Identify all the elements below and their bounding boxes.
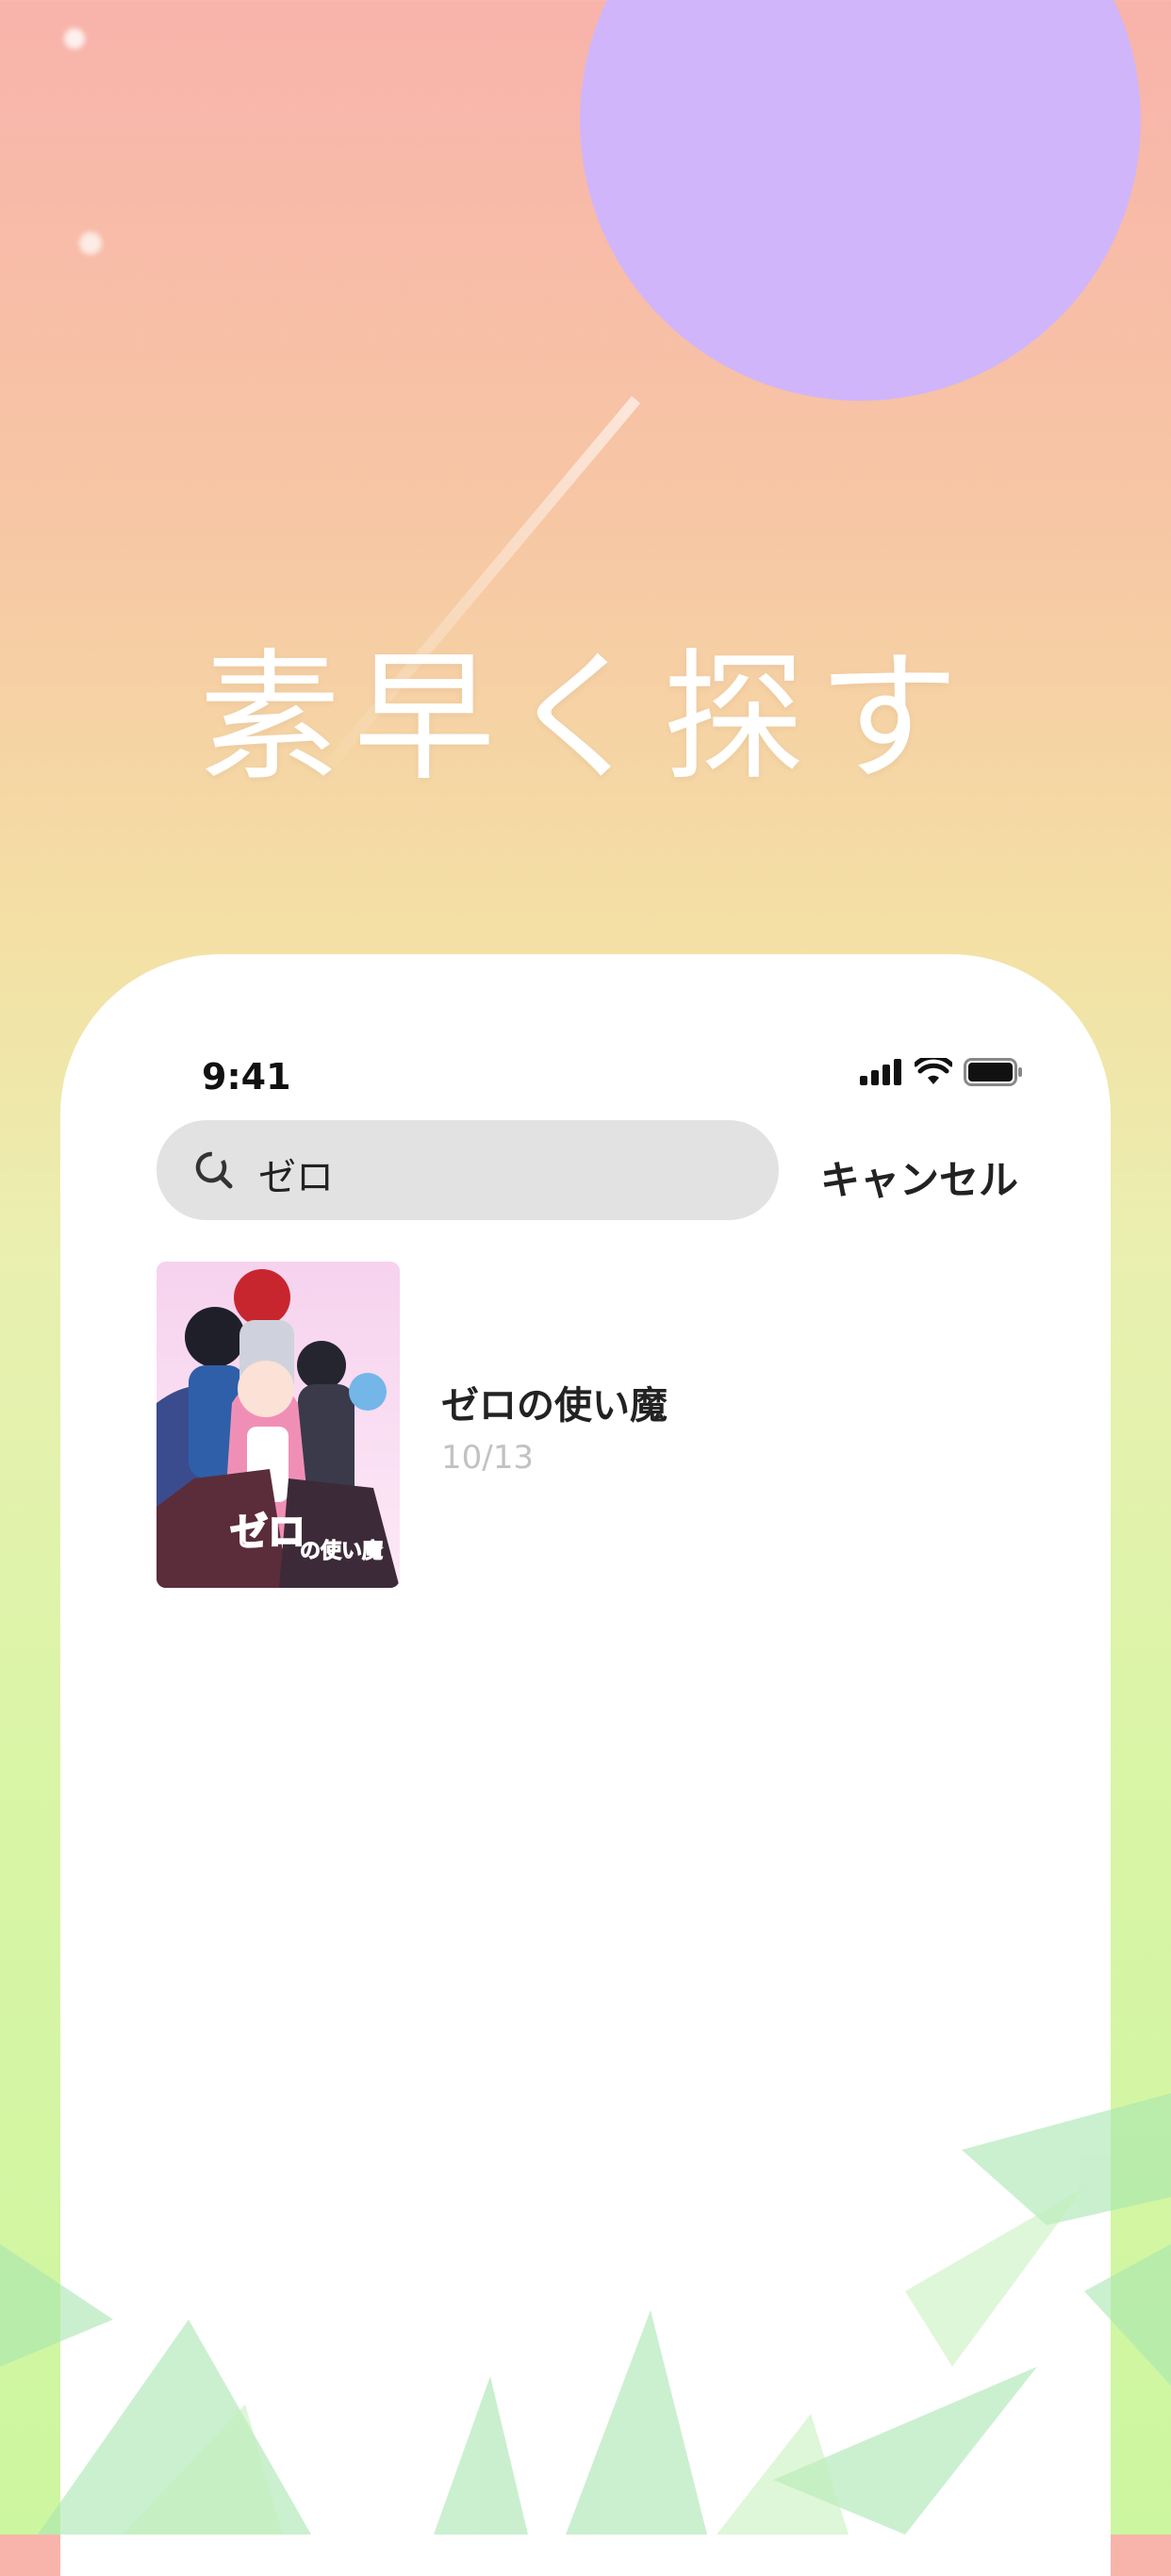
svg-text:の使い魔: の使い魔 <box>300 1539 383 1563</box>
status-bar: 9:41 <box>60 1049 1111 1115</box>
battery-icon <box>964 1058 1022 1086</box>
status-time: 9:41 <box>202 1056 291 1098</box>
promo-headline: 素早く探す <box>198 636 972 801</box>
wifi-icon <box>915 1058 952 1084</box>
signal-icon <box>860 1059 901 1085</box>
decorative-moon <box>580 0 1141 401</box>
decorative-sparkle <box>79 232 102 255</box>
poster-illustration: ゼロ の使い魔 <box>157 1262 400 1588</box>
decorative-leaves <box>0 2093 1171 2535</box>
search-input[interactable]: ゼロ <box>258 1147 334 1201</box>
status-icons <box>860 1058 1024 1086</box>
search-result-item[interactable]: ゼロ の使い魔 ゼロの使い魔 10/13 <box>157 1262 1018 1588</box>
search-field[interactable]: ゼロ <box>157 1120 779 1220</box>
decorative-sparkle <box>64 28 85 49</box>
svg-text:ゼロ: ゼロ <box>230 1511 305 1554</box>
search-icon <box>195 1151 233 1189</box>
search-row: ゼロ キャンセル <box>157 1120 1018 1220</box>
cancel-button[interactable]: キャンセル <box>820 1148 1018 1206</box>
result-date: 10/13 <box>441 1439 534 1477</box>
anime-poster-thumbnail[interactable]: ゼロ の使い魔 <box>157 1262 400 1588</box>
result-title: ゼロの使い魔 <box>441 1384 668 1428</box>
